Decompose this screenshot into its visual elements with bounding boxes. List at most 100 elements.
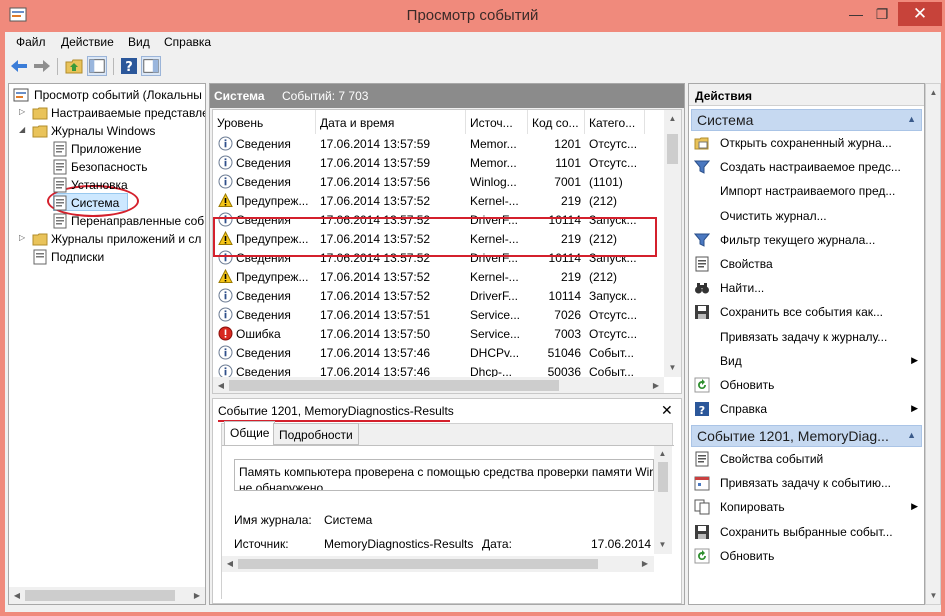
table-row[interactable]: Ошибка 17.06.2014 13:57:50 Service... 7003 О… (213, 324, 663, 343)
table-row[interactable]: Сведения 17.06.2014 13:57:59 Memor... 1201 О… (213, 134, 663, 153)
action-item[interactable]: Привязать задачу к событию... (691, 472, 922, 494)
scroll-right-icon[interactable]: ▶ (192, 591, 202, 600)
actions-group-event[interactable]: Событие 1201, MemoryDiag... ▲ (691, 425, 922, 447)
cell-category: Отсутс... (589, 327, 638, 341)
scroll-down-icon[interactable]: ▼ (929, 591, 938, 600)
scroll-up-icon[interactable]: ▲ (929, 88, 938, 97)
scroll-thumb[interactable] (667, 134, 678, 164)
cell-category: Событ... (589, 346, 635, 360)
action-item[interactable]: Свойства событий (691, 448, 922, 470)
actions-group-system[interactable]: Система ▲ (691, 109, 922, 131)
scroll-thumb[interactable] (25, 590, 175, 601)
scroll-up-icon[interactable]: ▲ (658, 449, 667, 458)
back-arrow-icon[interactable] (9, 56, 29, 76)
tree-item-windows-logs[interactable]: ◢ Журналы Windows (19, 122, 205, 140)
action-item[interactable]: Привязать задачу к журналу... (691, 326, 922, 348)
actions-header: Действия (689, 84, 924, 106)
column-code[interactable]: Код со... (528, 110, 585, 134)
tree-item-root[interactable]: Просмотр событий (Локальны (12, 86, 205, 104)
table-row[interactable]: Предупреж... 17.06.2014 13:57:52 Kernel-..… (213, 191, 663, 210)
grid-hscrollbar[interactable]: ◀ ▶ (213, 377, 664, 393)
action-item[interactable]: Свойства (691, 253, 922, 275)
cell-code: 10114 (548, 289, 581, 303)
maximize-button[interactable]: ❐ (870, 2, 894, 26)
tree-item-application[interactable]: Приложение (52, 140, 205, 158)
action-item[interactable]: Открыть сохраненный журна... (691, 132, 922, 154)
expand-arrow-icon[interactable]: ▷ (19, 233, 29, 242)
action-item[interactable]: Фильтр текущего журнала... (691, 229, 922, 251)
show-tree-icon[interactable] (87, 56, 107, 76)
collapse-arrow-icon[interactable]: ◢ (19, 125, 29, 134)
action-item[interactable]: Найти... (691, 277, 922, 299)
center-pane: Система Событий: 7 703 Уровень Дата и вр… (209, 83, 685, 605)
action-item[interactable]: Вид ▶ (691, 350, 922, 372)
actions-vscrollbar[interactable]: ▲ ▼ (925, 83, 941, 605)
tree-item-custom-views[interactable]: ▷ Настраиваемые представле (19, 104, 206, 122)
table-row[interactable]: Сведения 17.06.2014 13:57:52 DriverF... 101… (213, 286, 663, 305)
show-actions-icon[interactable] (141, 56, 161, 76)
action-item[interactable]: Создать настраиваемое предс... (691, 156, 922, 178)
scroll-down-icon[interactable]: ▼ (658, 540, 667, 549)
tree-label: Журналы Windows (51, 124, 156, 138)
action-item[interactable]: Обновить (691, 545, 922, 567)
close-icon[interactable]: ✕ (661, 402, 673, 419)
scroll-left-icon[interactable]: ◀ (12, 591, 22, 600)
collapse-icon[interactable]: ▲ (907, 430, 916, 440)
expand-arrow-icon[interactable]: ▷ (19, 107, 29, 116)
minimize-button[interactable]: — (845, 2, 867, 26)
scroll-left-icon[interactable]: ◀ (225, 559, 235, 568)
scroll-thumb[interactable] (658, 462, 668, 492)
tab-vscrollbar[interactable]: ▲ ▼ (654, 446, 672, 554)
menu-action[interactable]: Действие (61, 35, 114, 49)
tree-item-setup[interactable]: Установка (52, 176, 205, 194)
info-icon (218, 155, 233, 170)
table-row[interactable]: Сведения 17.06.2014 13:57:51 Service... 702… (213, 305, 663, 324)
collapse-icon[interactable]: ▲ (907, 114, 916, 124)
action-item[interactable]: Обновить (691, 374, 922, 396)
tab-hscrollbar[interactable]: ◀ ▶ (222, 556, 654, 572)
cell-code: 1201 (554, 137, 581, 151)
action-item[interactable]: ? Справка ▶ (691, 398, 922, 420)
table-row[interactable]: Сведения 17.06.2014 13:57:46 DHCPv... 51046… (213, 343, 663, 362)
scroll-down-icon[interactable]: ▼ (668, 363, 677, 372)
info-icon (218, 345, 233, 360)
column-source[interactable]: Источ... (466, 110, 528, 134)
scroll-right-icon[interactable]: ▶ (651, 381, 661, 390)
action-item[interactable]: Сохранить все события как... (691, 301, 922, 323)
column-level[interactable]: Уровень (213, 110, 316, 134)
close-button[interactable]: ✕ (898, 2, 942, 26)
action-item[interactable]: Импорт настраиваемого пред... (691, 180, 922, 202)
action-item[interactable]: Копировать ▶ (691, 496, 922, 518)
group-title: Система (697, 112, 754, 128)
table-row[interactable]: Сведения 17.06.2014 13:57:56 Winlog... 7001… (213, 172, 663, 191)
tree-item-app-services-logs[interactable]: ▷ Журналы приложений и сл (19, 230, 205, 248)
action-item[interactable]: Очистить журнал... (691, 205, 922, 227)
tab-details[interactable]: Подробности (273, 423, 359, 445)
tree-item-system[interactable]: Система (52, 194, 205, 212)
table-row[interactable]: Предупреж... 17.06.2014 13:57:52 Kernel-..… (213, 267, 663, 286)
scroll-thumb[interactable] (229, 380, 559, 391)
column-category[interactable]: Катего... (585, 110, 645, 134)
table-row[interactable]: Сведения 17.06.2014 13:57:59 Memor... 1101 О… (213, 153, 663, 172)
action-item[interactable]: Сохранить выбранные событ... (691, 521, 922, 543)
scroll-thumb[interactable] (238, 559, 598, 569)
scroll-left-icon[interactable]: ◀ (216, 381, 226, 390)
tree-hscrollbar[interactable]: ◀ ▶ (9, 587, 205, 604)
tree-item-subscriptions[interactable]: Подписки (19, 248, 205, 266)
tree-label: Настраиваемые представле (51, 106, 206, 120)
client-area: Файл Действие Вид Справка ? Просмотр соб… (5, 32, 941, 612)
column-date[interactable]: Дата и время (316, 110, 466, 134)
grid-vscrollbar[interactable]: ▲ ▼ (664, 110, 681, 377)
forward-arrow-icon[interactable] (32, 56, 52, 76)
event-description[interactable]: Память компьютера проверена с помощью ср… (234, 459, 654, 491)
scroll-right-icon[interactable]: ▶ (640, 559, 650, 568)
up-folder-icon[interactable] (64, 56, 84, 76)
tab-general[interactable]: Общие (224, 421, 276, 445)
scroll-up-icon[interactable]: ▲ (668, 114, 677, 123)
menu-help[interactable]: Справка (164, 35, 211, 49)
help-icon[interactable]: ? (119, 56, 139, 76)
tree-item-security[interactable]: Безопасность (52, 158, 205, 176)
menu-file[interactable]: Файл (16, 35, 46, 49)
tree-item-forwarded[interactable]: Перенаправленные соб (52, 212, 205, 230)
menu-view[interactable]: Вид (128, 35, 150, 49)
